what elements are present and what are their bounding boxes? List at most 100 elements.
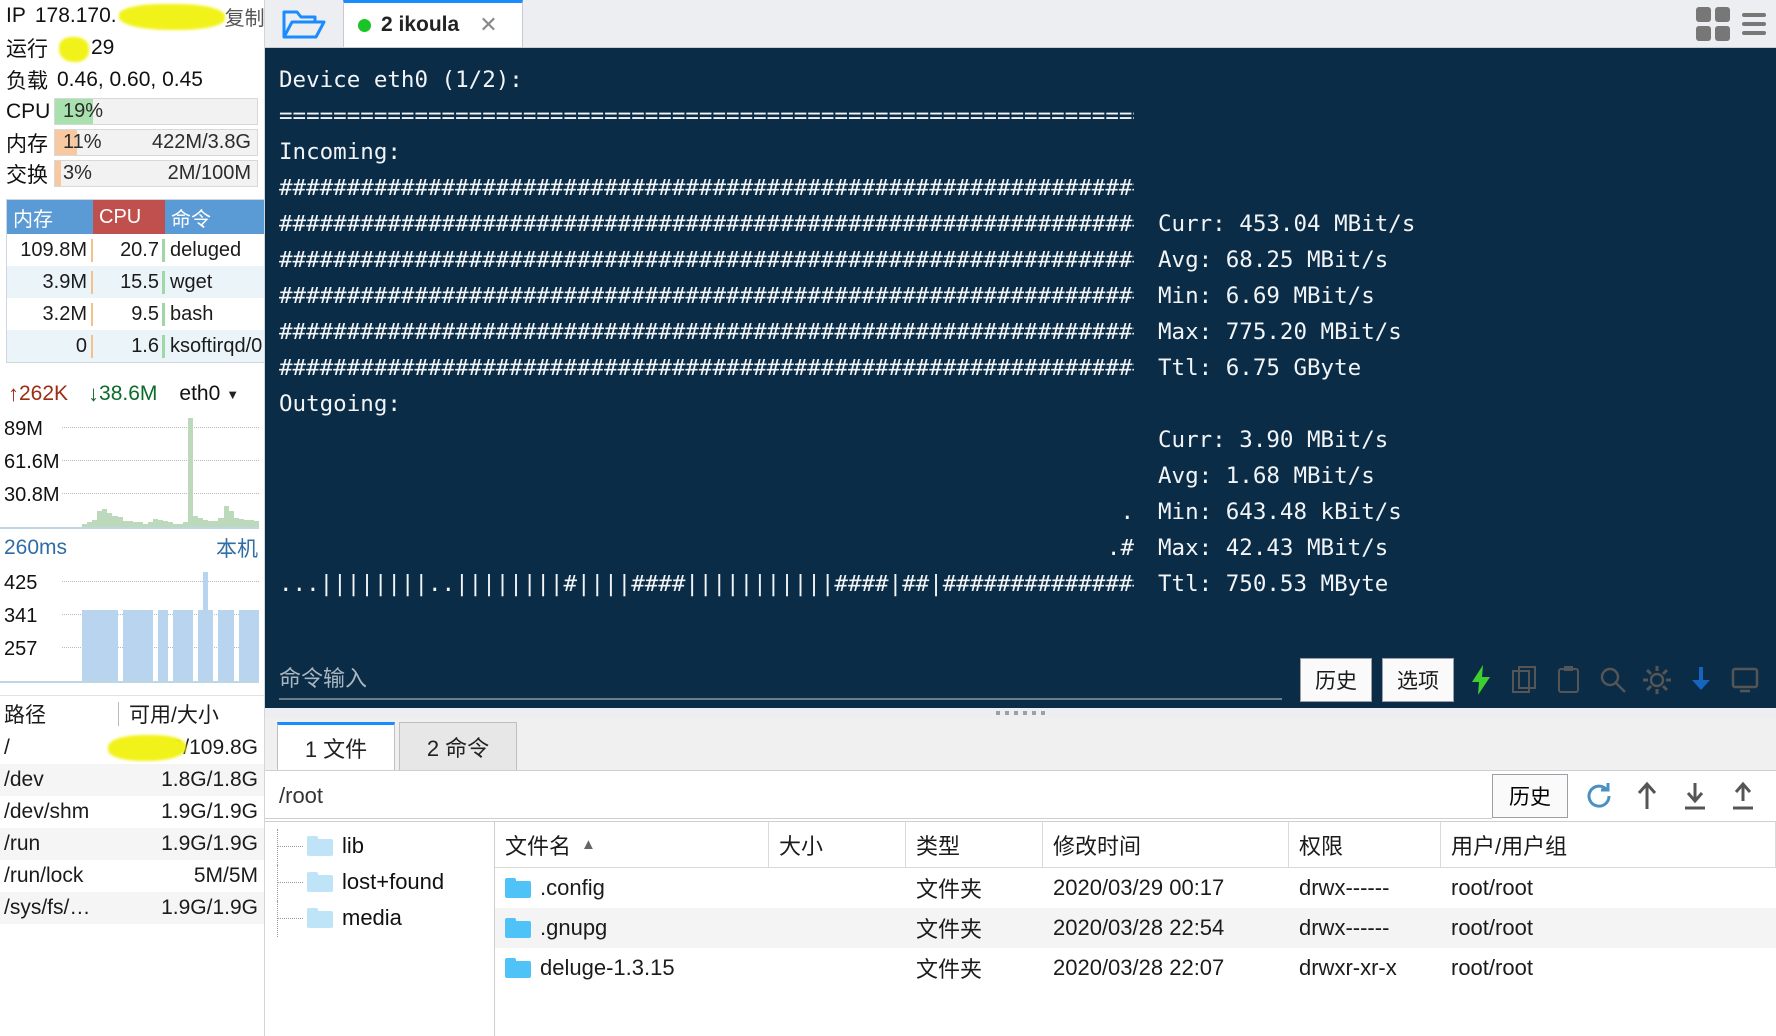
disk-rows: / G/109.8G/dev 1.8G/1.8G/dev/shm 1.9G/1.9G /… xyxy=(0,732,264,924)
terminal-stat-text: Curr: 453.04 MBit/s xyxy=(1158,211,1416,237)
panel-splitter[interactable] xyxy=(265,708,1776,718)
swap-row: 交换 3% 2M/100M xyxy=(6,158,258,189)
disk-row[interactable]: /dev 1.8G/1.8G xyxy=(0,764,264,796)
graph-bar xyxy=(208,610,214,681)
up-arrow-icon[interactable] xyxy=(1630,779,1664,813)
open-folder-icon[interactable] xyxy=(265,0,343,47)
column-header-cpu[interactable]: CPU xyxy=(93,200,165,234)
hamburger-menu-icon[interactable] xyxy=(1742,12,1766,35)
monitor-icon[interactable] xyxy=(1728,663,1762,697)
tree-connector xyxy=(277,864,303,901)
terminal-graph-text: . xyxy=(1120,499,1134,525)
graph-bar xyxy=(228,610,234,681)
copy-icon[interactable] xyxy=(1508,663,1542,697)
chevron-down-icon[interactable]: ▼ xyxy=(226,387,239,402)
file-content-area: lib lost+found media 文件名 ▲ 大小 类型 修改时间 权限 用户/用户组 … xyxy=(265,821,1776,1036)
download-icon[interactable] xyxy=(1678,779,1712,813)
memory-detail: 422M/3.8G xyxy=(152,131,251,153)
tree-item[interactable]: lost+found xyxy=(265,864,494,901)
download-arrow-icon: ↓ xyxy=(88,381,100,406)
terminal-line: ########################################… xyxy=(279,242,1776,278)
process-row[interactable]: 3.2M 9.5 bash xyxy=(7,298,264,330)
disk-row[interactable]: /sys/fs/… 1.9G/1.9G xyxy=(0,892,264,924)
column-header-0[interactable]: 文件名 ▲ xyxy=(495,821,769,868)
tab-commands[interactable]: 2 命令 xyxy=(399,722,517,770)
disk-row[interactable]: /run/lock 5M/5M xyxy=(0,860,264,892)
file-permissions-text: drwx------ xyxy=(1299,875,1390,900)
file-history-button[interactable]: 历史 xyxy=(1492,774,1568,818)
folder-icon xyxy=(307,908,333,928)
process-row[interactable]: 109.8M 20.7 deluged xyxy=(7,234,264,266)
network-interface-name[interactable]: eth0 xyxy=(179,382,220,406)
lat-y-label-1: 341 xyxy=(4,605,38,627)
column-header-avail-size[interactable]: 可用/大小 xyxy=(119,699,264,729)
column-header-5[interactable]: 用户/用户组 xyxy=(1441,821,1776,868)
disk-row[interactable]: /run 1.9G/1.9G xyxy=(0,828,264,860)
terminal-graph-text: ########################################… xyxy=(279,247,1134,273)
refresh-icon[interactable] xyxy=(1582,779,1616,813)
file-mtime-text: 2020/03/29 00:17 xyxy=(1053,875,1225,900)
terminal-line: .# Max: 42.43 MBit/s xyxy=(279,530,1776,566)
disk-row[interactable]: / G/109.8G xyxy=(0,732,264,764)
disk-path: /run/lock xyxy=(4,864,84,887)
terminal-graph-text: ########################################… xyxy=(279,319,1134,345)
column-header-command[interactable]: 命令 xyxy=(165,200,264,234)
terminal-options-button[interactable]: 选项 xyxy=(1382,658,1454,702)
path-input[interactable] xyxy=(265,773,1492,819)
table-row[interactable]: .gnupg 文件夹 2020/03/28 22:54 drwx------ root/… xyxy=(495,908,1776,948)
table-row[interactable]: .config 文件夹 2020/03/29 00:17 drwx------ root… xyxy=(495,868,1776,908)
gear-icon[interactable] xyxy=(1640,663,1674,697)
disk-usage-table: 路径 可用/大小 / G/109.8G/dev 1.8G/1.8G/dev/shm 1… xyxy=(0,695,264,924)
table-row[interactable]: deluge-1.3.15 文件夹 2020/03/28 22:07 drwxr-xr… xyxy=(495,948,1776,988)
column-header-3[interactable]: 修改时间 xyxy=(1043,821,1289,868)
column-header-path[interactable]: 路径 xyxy=(0,699,118,729)
terminal-line: . Min: 643.48 kBit/s xyxy=(279,494,1776,530)
paste-icon[interactable] xyxy=(1552,663,1586,697)
network-throughput-graph: 89M 61.6M 30.8M xyxy=(0,413,259,529)
column-header-2[interactable]: 类型 xyxy=(906,821,1043,868)
swap-usage-bar: 3% 2M/100M xyxy=(54,160,258,187)
download-rate: 38.6M xyxy=(99,382,158,405)
file-name-text: .gnupg xyxy=(540,915,608,940)
terminal-output[interactable]: Device eth0 (1/2): ======================… xyxy=(265,48,1776,652)
latency-summary: 260ms 本机 xyxy=(0,529,264,567)
terminal-history-button[interactable]: 历史 xyxy=(1300,658,1372,702)
disk-row[interactable]: /dev/shm 1.9G/1.9G xyxy=(0,796,264,828)
terminal-graph-text: ########################################… xyxy=(279,283,1134,309)
upload-arrow-icon: ↑ xyxy=(8,381,19,406)
tree-item[interactable]: lib xyxy=(265,828,494,865)
upload-icon[interactable] xyxy=(1726,779,1760,813)
folder-icon xyxy=(307,836,333,856)
server-monitor-sidebar: IP 178.170. 复制 运行 29 负载 0.46, 0.60, 0.45… xyxy=(0,0,265,1036)
session-tab-ikoula[interactable]: 2 ikoula ✕ xyxy=(343,0,523,47)
lightning-icon[interactable] xyxy=(1464,663,1498,697)
copy-ip-button[interactable]: 复制 xyxy=(225,2,264,31)
terminal-line: ########################################… xyxy=(279,314,1776,350)
process-row[interactable]: 3.9M 15.5 wget xyxy=(7,266,264,298)
download-icon[interactable] xyxy=(1684,663,1718,697)
command-input[interactable] xyxy=(279,660,1282,700)
grid-view-icon[interactable] xyxy=(1696,6,1730,41)
latency-target[interactable]: 本机 xyxy=(216,533,258,563)
close-icon[interactable]: ✕ xyxy=(479,12,497,38)
terminal-line: ...||||||||..||||||||#||||####||||||||||… xyxy=(279,566,1776,602)
column-header-memory[interactable]: 内存 xyxy=(7,200,93,234)
column-header-4[interactable]: 权限 xyxy=(1289,821,1441,868)
directory-tree[interactable]: lib lost+found media xyxy=(265,822,495,1036)
process-row[interactable]: 0 1.6 ksoftirqd/0 xyxy=(7,330,264,362)
disk-path: /run xyxy=(4,832,41,855)
process-memory: 3.2M xyxy=(7,302,93,326)
file-permissions: drwxr-xr-x xyxy=(1289,955,1441,981)
tab-files[interactable]: 1 文件 xyxy=(277,722,395,770)
file-type-text: 文件夹 xyxy=(916,877,983,902)
tree-item[interactable]: media xyxy=(265,900,494,937)
search-icon[interactable] xyxy=(1596,663,1630,697)
file-name: .gnupg xyxy=(495,915,769,941)
file-type: 文件夹 xyxy=(906,912,1043,944)
file-manager-panel: 1 文件 2 命令 历史 xyxy=(265,718,1776,1036)
file-list-header: 文件名 ▲ 大小 类型 修改时间 权限 用户/用户组 xyxy=(495,821,1776,868)
terminal-stat-text: Ttl: 750.53 MByte xyxy=(1158,571,1389,597)
column-header-1[interactable]: 大小 xyxy=(769,821,906,868)
column-header-label: 文件名 xyxy=(505,833,572,859)
ip-value: 178.170. xyxy=(34,4,117,27)
